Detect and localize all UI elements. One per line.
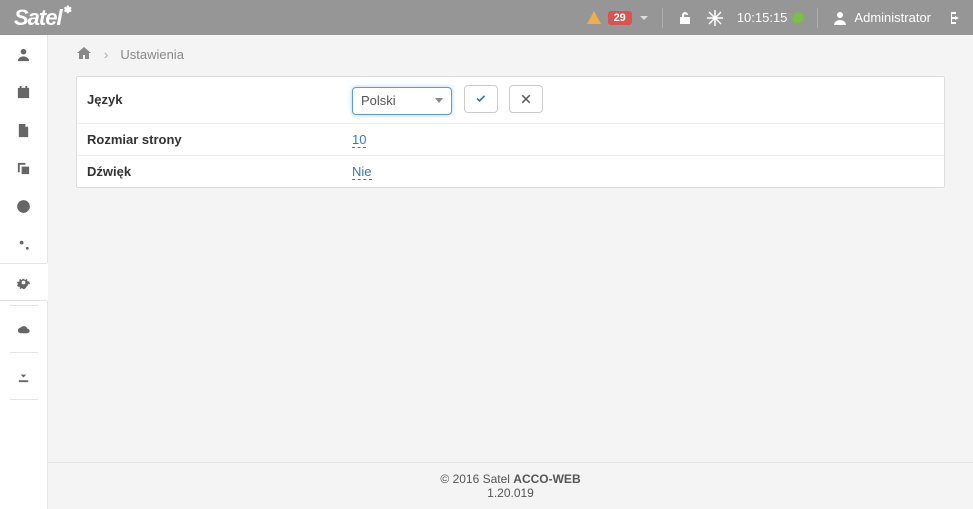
snowflake-button[interactable] — [707, 10, 723, 26]
logout-icon — [945, 10, 961, 26]
language-select-value: Polski — [361, 93, 396, 108]
clock: 10:15:15 — [737, 10, 804, 25]
alert-count-badge: 29 — [608, 11, 632, 25]
caret-down-icon — [435, 98, 443, 103]
sound-value[interactable]: Nie — [352, 164, 372, 180]
breadcrumb: › Ustawienia — [76, 45, 945, 64]
logo-text: Satel — [14, 5, 62, 31]
divider — [817, 8, 818, 28]
caret-down-icon — [640, 16, 648, 20]
setting-value-cell: 10 — [342, 123, 944, 155]
sidebar-item-calendar[interactable] — [0, 73, 48, 111]
sidebar-item-users[interactable] — [0, 35, 48, 73]
divider — [662, 8, 663, 28]
settings-table: Język Polski Rozmiar strony — [76, 76, 945, 188]
setting-label: Język — [77, 77, 342, 123]
sidebar — [0, 35, 48, 509]
sidebar-item-download[interactable] — [0, 357, 48, 395]
footer-copyright-prefix: © 2016 Satel — [440, 472, 513, 486]
breadcrumb-home[interactable] — [76, 45, 92, 64]
sidebar-item-globe[interactable] — [0, 187, 48, 225]
content-region: › Ustawienia Język Polski — [48, 35, 973, 462]
chevron-right-icon: › — [104, 47, 108, 62]
language-select[interactable]: Polski — [352, 87, 452, 115]
sidebar-item-gears[interactable] — [0, 225, 48, 263]
warning-icon — [586, 10, 602, 26]
sidebar-separator — [10, 399, 38, 400]
sidebar-separator — [10, 305, 38, 306]
table-row: Język Polski — [77, 77, 944, 123]
setting-value-cell: Nie — [342, 155, 944, 187]
unlock-icon — [677, 10, 693, 26]
username-label: Administrator — [854, 10, 931, 25]
confirm-button[interactable] — [464, 85, 498, 113]
cancel-button[interactable] — [509, 85, 543, 113]
logout-button[interactable] — [945, 10, 961, 26]
unlock-button[interactable] — [677, 10, 693, 26]
setting-label: Rozmiar strony — [77, 123, 342, 155]
footer-product: ACCO-WEB — [513, 472, 580, 486]
user-icon — [832, 10, 848, 26]
sidebar-item-cloud[interactable] — [0, 310, 48, 348]
footer-version: 1.20.019 — [487, 486, 534, 500]
logo: Satel✽ — [14, 5, 71, 31]
setting-label: Dźwięk — [77, 155, 342, 187]
table-row: Dźwięk Nie — [77, 155, 944, 187]
clock-text: 10:15:15 — [737, 10, 788, 25]
user-menu[interactable]: Administrator — [832, 10, 931, 26]
status-dot-icon — [793, 13, 803, 23]
snowflake-icon — [707, 10, 723, 26]
sidebar-item-document[interactable] — [0, 111, 48, 149]
footer: © 2016 Satel ACCO-WEB 1.20.019 — [48, 462, 973, 509]
table-row: Rozmiar strony 10 — [77, 123, 944, 155]
alerts-dropdown[interactable]: 29 — [586, 10, 648, 26]
sidebar-item-settings[interactable] — [0, 263, 48, 301]
setting-value-cell: Polski — [342, 77, 944, 123]
sidebar-separator — [10, 352, 38, 353]
page-size-value[interactable]: 10 — [352, 132, 366, 148]
sidebar-item-copy[interactable] — [0, 149, 48, 187]
footer-copyright: © 2016 Satel ACCO-WEB — [440, 472, 580, 486]
logo-symbol: ✽ — [64, 5, 71, 16]
breadcrumb-page: Ustawienia — [120, 47, 184, 62]
